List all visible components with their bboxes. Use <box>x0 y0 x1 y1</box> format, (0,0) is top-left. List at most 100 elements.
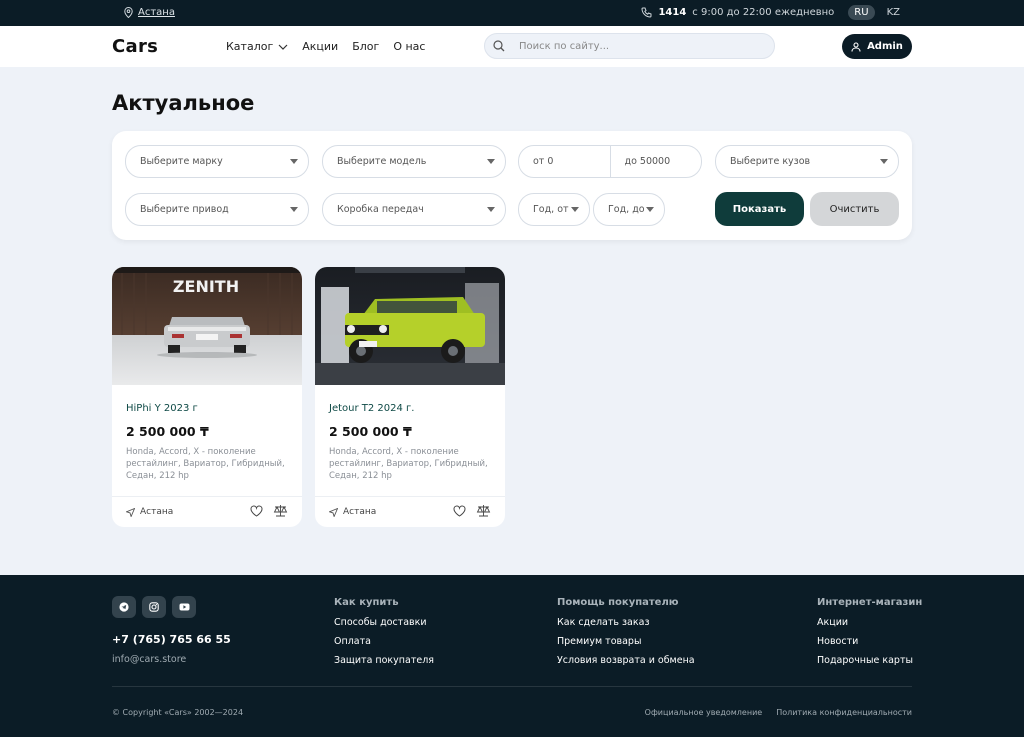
nav-catalog[interactable]: Каталог <box>226 40 288 53</box>
car-location: Астана <box>329 507 376 517</box>
social-links <box>112 596 196 618</box>
car-photo[interactable]: ZENITH <box>112 267 302 385</box>
footer-link[interactable]: Подарочные карты <box>817 655 922 666</box>
car-location-label: Астана <box>343 507 377 517</box>
copyright: © Copyright «Cars» 2002—2024 <box>112 708 244 717</box>
youtube-icon[interactable] <box>172 596 196 618</box>
body-select-label: Выберите кузов <box>730 156 811 167</box>
year-from-label: Год, от <box>533 204 569 215</box>
lang-ru[interactable]: RU <box>848 5 875 20</box>
caret-down-icon <box>487 159 495 164</box>
nav-promotions[interactable]: Акции <box>302 40 338 53</box>
car-card[interactable]: ZENITH HiPhi Y 2023 г 2 500 000 ₸ Honda,… <box>112 267 302 527</box>
price-to-input[interactable]: до 50000 <box>609 146 702 177</box>
caret-down-icon <box>646 207 654 212</box>
caret-down-icon <box>290 207 298 212</box>
navigation-arrow-icon <box>329 507 338 517</box>
heart-icon[interactable] <box>453 505 466 517</box>
footer-divider <box>112 686 912 687</box>
divider <box>315 496 505 497</box>
car-description: Honda, Accord, X - поколение рестайлинг,… <box>329 447 488 481</box>
footer-link[interactable]: Как сделать заказ <box>557 617 695 628</box>
car-card[interactable]: Jetour T2 2024 г. 2 500 000 ₸ Honda, Acc… <box>315 267 505 527</box>
top-bar: Астана 1414 с 9:00 до 22:00 ежедневно RU… <box>0 0 1024 26</box>
chevron-down-icon <box>278 44 288 50</box>
caret-down-icon <box>290 159 298 164</box>
car-description: Honda, Accord, X - поколение рестайлинг,… <box>126 447 285 481</box>
search-box <box>484 33 775 59</box>
clear-button[interactable]: Очистить <box>810 192 899 226</box>
working-hours: с 9:00 до 22:00 ежедневно <box>692 7 835 18</box>
contact-info: 1414 с 9:00 до 22:00 ежедневно RU KZ <box>641 5 906 20</box>
year-to-select[interactable]: Год, до <box>593 193 665 226</box>
footer-link[interactable]: Премиум товары <box>557 636 695 647</box>
logo[interactable]: Cars <box>112 36 158 57</box>
car-name[interactable]: HiPhi Y 2023 г <box>126 403 198 414</box>
telegram-icon[interactable] <box>112 596 136 618</box>
main-nav: Каталог Акции Блог О нас <box>226 40 425 53</box>
nav-blog[interactable]: Блог <box>352 40 379 53</box>
user-icon <box>851 41 861 52</box>
dealer-sign: ZENITH <box>173 277 239 296</box>
divider <box>112 496 302 497</box>
privacy-policy-link[interactable]: Политика конфиденциальности <box>776 708 912 717</box>
compare-scales-icon[interactable] <box>273 504 288 517</box>
car-name[interactable]: Jetour T2 2024 г. <box>329 403 414 414</box>
nav-catalog-label: Каталог <box>226 40 274 53</box>
admin-button[interactable]: Admin <box>842 34 912 59</box>
footer-column-help: Помощь покупателю Как сделать заказ Прем… <box>557 597 695 674</box>
phone-number[interactable]: 1414 <box>658 7 686 18</box>
city-name[interactable]: Астана <box>138 7 175 18</box>
search-icon <box>493 40 505 52</box>
car-location-label: Астана <box>140 507 174 517</box>
footer-column-how-to-buy: Как купить Способы доставки Оплата Защит… <box>334 597 434 674</box>
model-select[interactable]: Выберите модель <box>322 145 506 178</box>
city-selector[interactable]: Астана <box>124 7 175 18</box>
footer-link[interactable]: Оплата <box>334 636 434 647</box>
lang-kz[interactable]: KZ <box>881 5 906 20</box>
footer-email[interactable]: info@cars.store <box>112 654 186 665</box>
footer-link[interactable]: Способы доставки <box>334 617 434 628</box>
footer-link[interactable]: Акции <box>817 617 922 628</box>
footer-column-heading: Как купить <box>334 597 399 608</box>
year-to-label: Год, до <box>608 204 645 215</box>
location-pin-icon <box>124 7 133 18</box>
body-select[interactable]: Выберите кузов <box>715 145 899 178</box>
drive-select[interactable]: Выберите привод <box>125 193 309 226</box>
legal-links: Официальное уведомление Политика конфиде… <box>645 708 912 717</box>
footer: +7 (765) 765 66 55 info@cars.store Как к… <box>0 575 1024 737</box>
footer-column-heading: Интернет-магазин <box>817 597 923 608</box>
car-location: Астана <box>126 507 173 517</box>
footer-column-heading: Помощь покупателю <box>557 597 679 608</box>
footer-link[interactable]: Новости <box>817 636 922 647</box>
footer-phone[interactable]: +7 (765) 765 66 55 <box>112 633 231 646</box>
header: Cars Каталог Акции Блог О нас Admin <box>0 26 1024 67</box>
caret-down-icon <box>880 159 888 164</box>
compare-scales-icon[interactable] <box>476 504 491 517</box>
phone-icon <box>641 7 652 18</box>
show-button[interactable]: Показать <box>715 192 804 226</box>
drive-select-label: Выберите привод <box>140 204 229 215</box>
brand-select-label: Выберите марку <box>140 156 223 167</box>
page-title: Актуальное <box>112 91 255 115</box>
footer-column-store: Интернет-магазин Акции Новости Подарочны… <box>817 597 922 674</box>
gearbox-select-label: Коробка передач <box>337 204 424 215</box>
price-range: от 0 до 50000 <box>518 145 702 178</box>
heart-icon[interactable] <box>250 505 263 517</box>
instagram-icon[interactable] <box>142 596 166 618</box>
model-select-label: Выберите модель <box>337 156 427 167</box>
caret-down-icon <box>487 207 495 212</box>
admin-label: Admin <box>867 41 903 52</box>
car-price: 2 500 000 ₸ <box>126 424 209 439</box>
nav-about[interactable]: О нас <box>393 40 425 53</box>
footer-link[interactable]: Условия возврата и обмена <box>557 655 695 666</box>
legal-notice-link[interactable]: Официальное уведомление <box>645 708 763 717</box>
year-from-select[interactable]: Год, от <box>518 193 590 226</box>
gearbox-select[interactable]: Коробка передач <box>322 193 506 226</box>
brand-select[interactable]: Выберите марку <box>125 145 309 178</box>
search-input[interactable] <box>519 40 749 52</box>
car-photo[interactable] <box>315 267 505 385</box>
price-from-input[interactable]: от 0 <box>519 146 610 177</box>
caret-down-icon <box>571 207 579 212</box>
footer-link[interactable]: Защита покупателя <box>334 655 434 666</box>
